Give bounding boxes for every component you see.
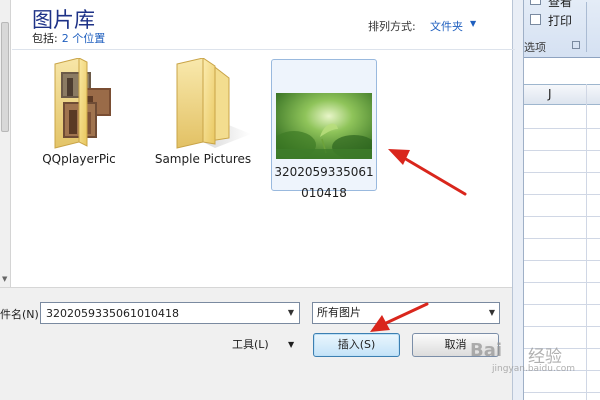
tools-label: 工具(L)	[232, 338, 269, 351]
folder-with-photos-icon	[39, 57, 119, 149]
grid-line	[524, 282, 600, 283]
dialog-launcher-icon[interactable]	[572, 41, 580, 49]
library-includes: 包括: 2 个位置	[32, 30, 105, 46]
grid-line	[524, 216, 600, 217]
header-divider	[12, 49, 515, 50]
vertical-scrollbar[interactable]: ▼	[0, 0, 11, 287]
filename-input[interactable]	[40, 302, 300, 324]
image-thumbnail	[272, 93, 376, 159]
grid-line	[524, 194, 600, 195]
grid-line	[524, 238, 600, 239]
scroll-down-arrow-icon[interactable]: ▼	[2, 275, 7, 283]
ribbon-separator	[586, 2, 587, 52]
sort-by-label: 排列方式:	[368, 20, 416, 33]
watermark-brand: Bai	[470, 340, 503, 361]
grid-line	[524, 172, 600, 173]
excel-print-checkbox-label: 打印	[548, 14, 573, 28]
file-name: Sample Pictures	[154, 152, 252, 166]
excel-options-group-label: 选项	[524, 41, 546, 54]
grid-line	[524, 128, 600, 129]
file-name-line2: 010418	[301, 186, 347, 200]
scrollbar-thumb[interactable]	[1, 22, 9, 132]
grid-line	[524, 260, 600, 261]
includes-label: 包括:	[32, 32, 58, 45]
file-type-filter-value: 所有图片	[317, 306, 361, 319]
tools-dropdown-button[interactable]: 工具(L) ▼	[222, 334, 300, 356]
excel-print-checkbox[interactable]	[530, 14, 541, 25]
file-name: QQplayerPic	[42, 152, 116, 166]
locations-link[interactable]: 2 个位置	[62, 32, 106, 45]
file-item-image-selected[interactable]: 3202059335061 010418	[271, 59, 377, 200]
chevron-down-icon: ▼	[288, 340, 295, 349]
filename-label: 件名(N):	[0, 308, 43, 321]
excel-view-checkbox-label: 查看	[548, 0, 573, 9]
grid-line	[524, 150, 600, 151]
excel-view-checkbox[interactable]	[530, 0, 541, 5]
annotation-arrow-to-image	[388, 149, 467, 196]
grid-line	[524, 326, 600, 327]
chevron-down-icon[interactable]: ▼	[283, 304, 299, 322]
baidu-watermark: Bai 经验 jingyan.baidu.com	[466, 338, 596, 398]
file-type-filter-select[interactable]: 所有图片 ▼	[312, 302, 500, 324]
insert-button[interactable]: 插入(S)	[313, 333, 400, 357]
excel-column-j-header[interactable]: J	[548, 87, 552, 101]
file-name-line1: 3202059335061	[274, 165, 374, 179]
chevron-down-icon: ▼	[488, 308, 495, 317]
sort-by-dropdown[interactable]: 文件夹	[430, 18, 463, 34]
folder-icon	[163, 56, 251, 149]
chevron-down-icon[interactable]: ▼	[470, 19, 476, 28]
file-item-sample-pictures[interactable]: Sample Pictures	[150, 56, 256, 167]
excel-column-header-bar	[524, 84, 600, 105]
file-item-qqplayerpic[interactable]: QQplayerPic	[26, 57, 132, 167]
grid-line	[524, 304, 600, 305]
watermark-url: jingyan.baidu.com	[492, 364, 576, 374]
